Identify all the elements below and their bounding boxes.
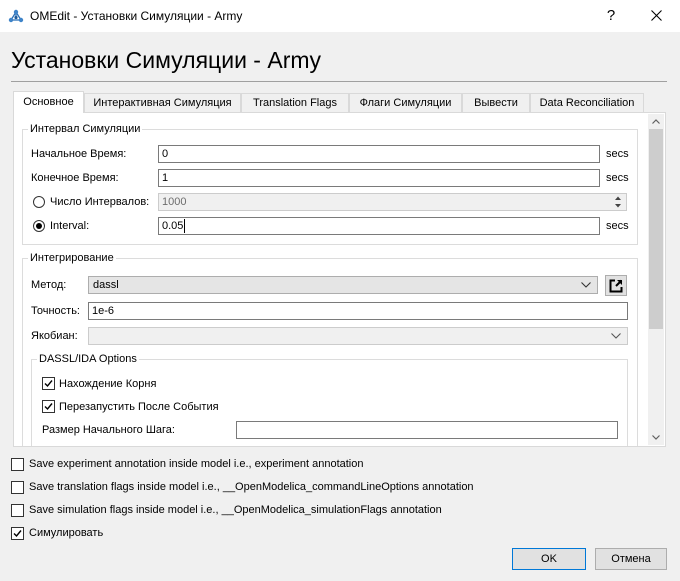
interval-input[interactable]: [158, 217, 600, 235]
save-simulation-flags-label: Save simulation flags inside model i.e.,…: [29, 504, 442, 516]
stop-time-unit: secs: [606, 172, 629, 184]
open-external-icon: [609, 279, 623, 293]
initial-step-size-input[interactable]: [236, 421, 618, 439]
jacobian-dropdown[interactable]: [88, 327, 628, 345]
root-finding-checkbox[interactable]: [42, 377, 55, 390]
save-simulation-flags-checkbox[interactable]: [11, 504, 24, 517]
number-of-intervals-label: Число Интервалов:: [50, 196, 150, 208]
method-dropdown[interactable]: dassl: [88, 276, 598, 294]
check-icon: [13, 530, 22, 538]
interval-unit: secs: [606, 220, 629, 232]
interval-label: Interval:: [50, 220, 90, 232]
chevron-down-icon: [652, 435, 660, 440]
scroll-content: Интервал Симуляции Начальное Время: secs…: [0, 0, 680, 446]
scroll-thumb[interactable]: [649, 129, 663, 329]
start-time-input[interactable]: [158, 145, 600, 163]
tolerance-label: Точность:: [31, 305, 80, 317]
number-of-intervals-radio[interactable]: [33, 196, 45, 208]
save-translation-flags-label: Save translation flags inside model i.e.…: [29, 481, 474, 493]
simulate-label: Симулировать: [29, 527, 104, 539]
tab-general[interactable]: Основное: [13, 91, 84, 113]
cancel-button[interactable]: Отмена: [595, 548, 667, 570]
restart-after-event-checkbox[interactable]: [42, 400, 55, 413]
scroll-down-button[interactable]: [648, 430, 664, 445]
simulate-checkbox[interactable]: [11, 527, 24, 540]
save-experiment-annotation-checkbox[interactable]: [11, 458, 24, 471]
save-translation-flags-checkbox[interactable]: [11, 481, 24, 494]
number-of-intervals-input[interactable]: [158, 193, 627, 211]
check-icon: [44, 380, 53, 388]
tolerance-input[interactable]: [88, 302, 628, 320]
spin-up-icon: [615, 196, 621, 200]
restart-after-event-label: Перезапустить После События: [59, 401, 219, 413]
vertical-scrollbar[interactable]: [648, 114, 664, 445]
stop-time-input[interactable]: [158, 169, 600, 187]
check-icon: [44, 403, 53, 411]
text-caret: [184, 219, 185, 233]
chevron-down-icon: [581, 282, 591, 288]
chevron-down-icon: [611, 333, 621, 339]
start-time-label: Начальное Время:: [31, 148, 127, 160]
number-of-intervals-spinbox[interactable]: [158, 193, 627, 211]
start-time-unit: secs: [606, 148, 629, 160]
method-label: Метод:: [31, 279, 67, 291]
ok-button[interactable]: OK: [512, 548, 586, 570]
root-finding-label: Нахождение Корня: [59, 378, 157, 390]
spin-down-icon: [615, 204, 621, 208]
initial-step-size-label: Размер Начального Шага:: [42, 424, 175, 436]
dassl-options-title: DASSL/IDA Options: [37, 352, 139, 366]
interval-radio[interactable]: [33, 220, 45, 232]
method-value: dassl: [93, 279, 119, 291]
integration-title: Интегрирование: [28, 251, 116, 265]
stop-time-label: Конечное Время:: [31, 172, 119, 184]
chevron-up-icon: [652, 119, 660, 124]
jacobian-label: Якобиан:: [31, 330, 78, 342]
simulation-interval-title: Интервал Симуляции: [28, 122, 143, 136]
method-help-button[interactable]: [605, 275, 627, 296]
spinbox-arrows[interactable]: [611, 194, 625, 210]
save-experiment-annotation-label: Save experiment annotation inside model …: [29, 458, 364, 470]
scroll-up-button[interactable]: [648, 114, 664, 129]
